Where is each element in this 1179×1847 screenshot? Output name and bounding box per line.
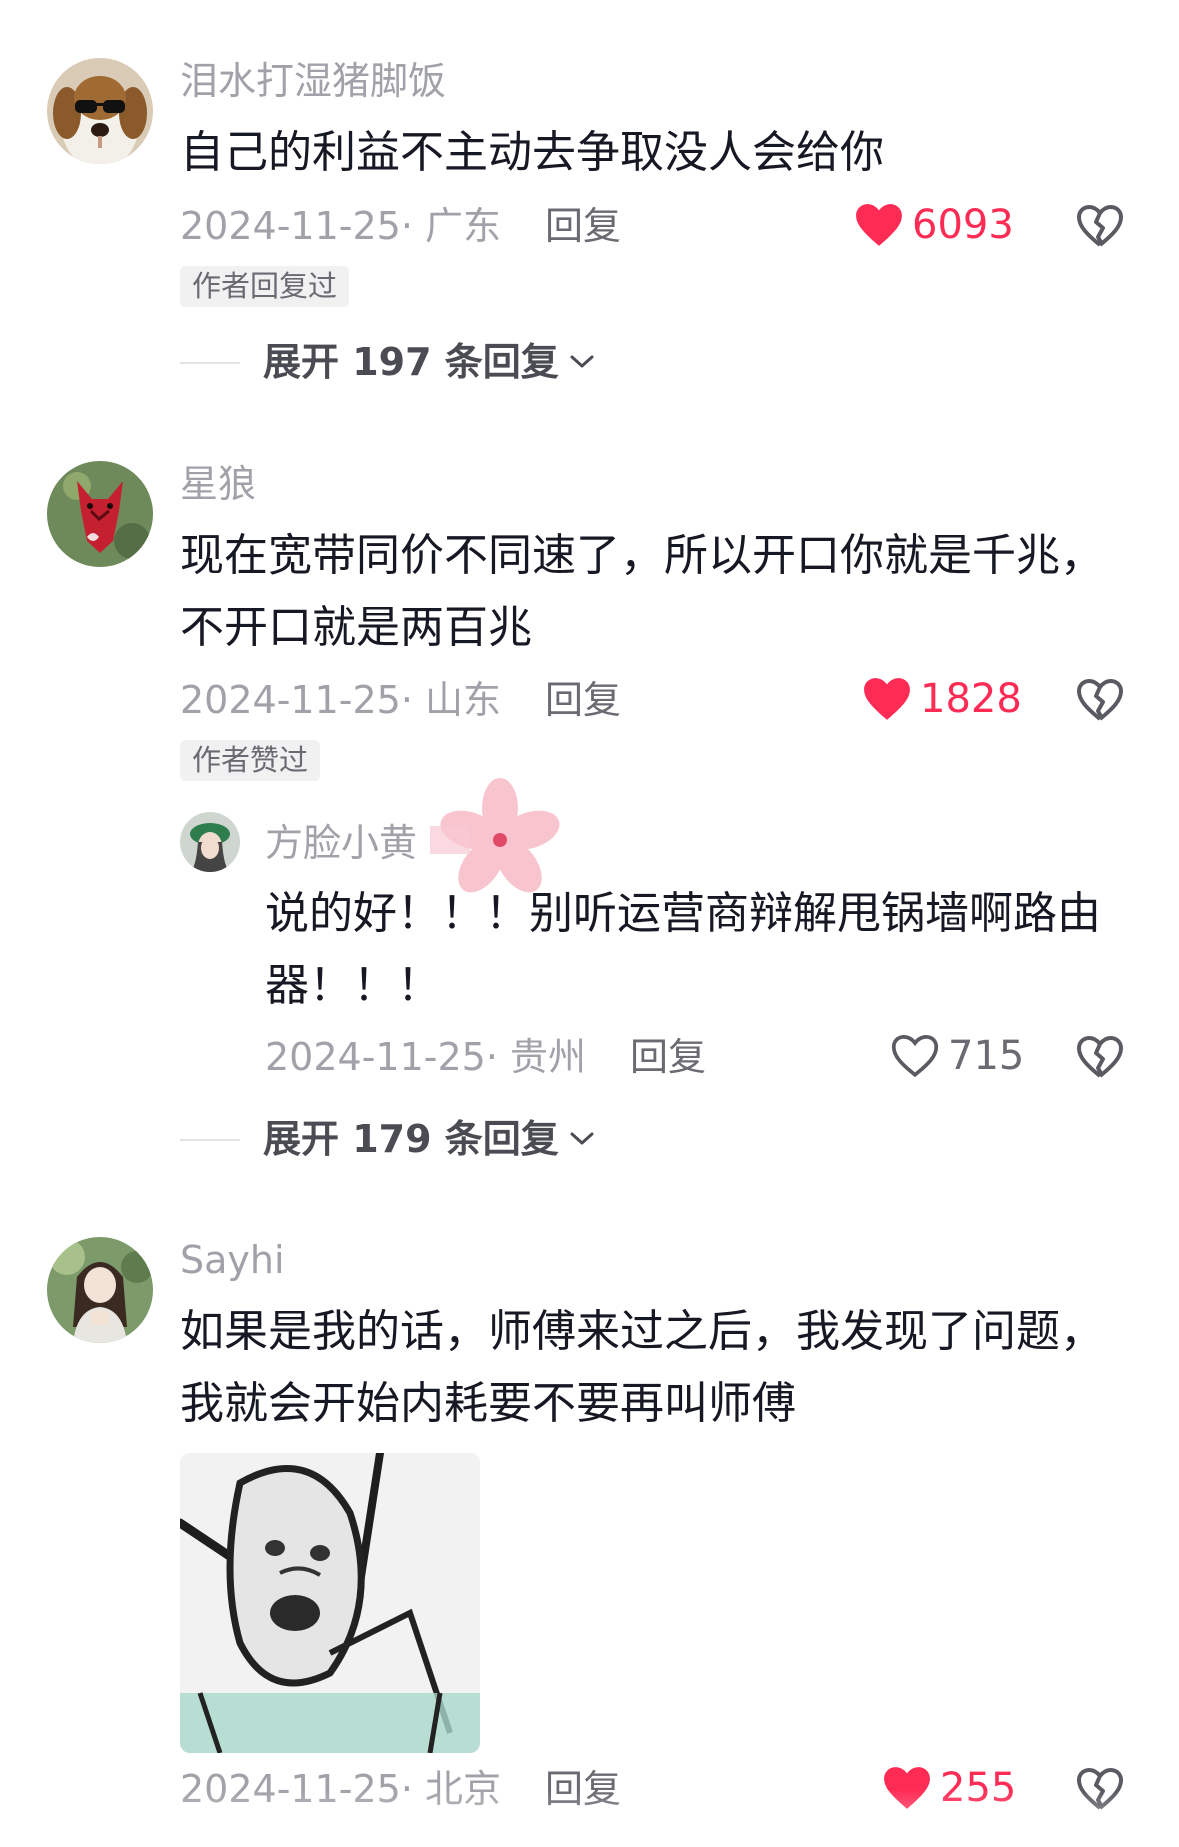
heart-outline-icon (891, 1034, 939, 1078)
username[interactable]: Sayhi (180, 1241, 285, 1279)
comment-text-line: 我就会开始内耗要不要再叫师傅 (180, 1378, 796, 1429)
comment-text-line: 自己的利益不主动去争取没人会给你 (180, 127, 884, 178)
broken-heart-icon[interactable] (1076, 203, 1124, 249)
reply-avatar[interactable] (180, 812, 240, 872)
reply-username[interactable]: 方脸小黄 (265, 824, 417, 862)
comment-date-location: 2024-11-25· 广东 (180, 204, 501, 248)
comment-date-location: 2024-11-25· 山东 (180, 678, 501, 722)
like-button[interactable]: 1828 (862, 673, 1022, 725)
divider (180, 1139, 240, 1141)
comment-image[interactable] (180, 1453, 480, 1753)
like-count: 1828 (920, 676, 1022, 722)
like-button[interactable]: 6093 (854, 199, 1014, 251)
comment-text: 自己的利益不主动去争取没人会给你 (180, 117, 884, 189)
heart-filled-icon (864, 678, 910, 720)
like-count: 715 (948, 1033, 1025, 1079)
expand-replies-button[interactable]: 展开 179 条回复 (263, 1120, 595, 1158)
avatar[interactable] (47, 461, 153, 567)
heart-filled-icon (856, 204, 902, 246)
girl-green-hat-avatar-icon (180, 812, 240, 872)
anime-girl-avatar-icon (47, 1237, 153, 1343)
beagle-sunglasses-avatar-icon (47, 58, 153, 164)
avatar[interactable] (47, 1237, 153, 1343)
chevron-down-icon (570, 1132, 594, 1145)
like-button[interactable]: 715 (890, 1030, 1024, 1082)
comment-list: 泪水打湿猪脚饭 自己的利益不主动去争取没人会给你 2024-11-25· 广东 … (0, 0, 1179, 1847)
comment-text-line: 现在宽带同价不同速了，所以开口你就是千兆， (180, 530, 1104, 581)
reply-date-location: 2024-11-25· 贵州 (265, 1035, 586, 1079)
author-liked-badge: 作者赞过 (180, 740, 321, 781)
expand-replies-label: 展开 179 条回复 (263, 1117, 559, 1161)
broken-heart-icon[interactable] (1076, 677, 1124, 723)
comment-text: 现在宽带同价不同速了，所以开口你就是千兆， 不开口就是两百兆 (180, 520, 1104, 664)
crying-sketch-meme-icon (180, 1453, 480, 1753)
reply-text-line: 器！！！ (265, 960, 441, 1011)
reply-text-line: 说的好！！！别听运营商辩解甩锅墙啊路由 (265, 888, 1101, 939)
comment-text: 如果是我的话，师傅来过之后，我发现了问题， 我就会开始内耗要不要再叫师傅 (180, 1296, 1104, 1440)
broken-heart-icon[interactable] (1076, 1034, 1124, 1080)
red-wolf-avatar-icon (47, 461, 153, 567)
comment-text-line: 不开口就是两百兆 (180, 602, 532, 653)
like-count: 6093 (912, 202, 1014, 248)
expand-replies-label: 展开 197 条回复 (263, 340, 559, 384)
reply-button[interactable]: 回复 (545, 681, 621, 719)
chevron-down-icon (570, 355, 594, 368)
author-replied-badge: 作者回复过 (180, 266, 350, 307)
comment-text-line: 如果是我的话，师傅来过之后，我发现了问题， (180, 1306, 1104, 1357)
expand-replies-button[interactable]: 展开 197 条回复 (263, 343, 595, 381)
username[interactable]: 泪水打湿猪脚饭 (180, 62, 446, 100)
reply-button[interactable]: 回复 (630, 1038, 706, 1076)
divider (180, 362, 240, 364)
bottom-fade-overlay (0, 1790, 1179, 1847)
reply-text: 说的好！！！别听运营商辩解甩锅墙啊路由 器！！！ (265, 878, 1101, 1022)
username[interactable]: 星狼 (180, 465, 256, 503)
reply-button[interactable]: 回复 (545, 207, 621, 245)
avatar[interactable] (47, 58, 153, 164)
